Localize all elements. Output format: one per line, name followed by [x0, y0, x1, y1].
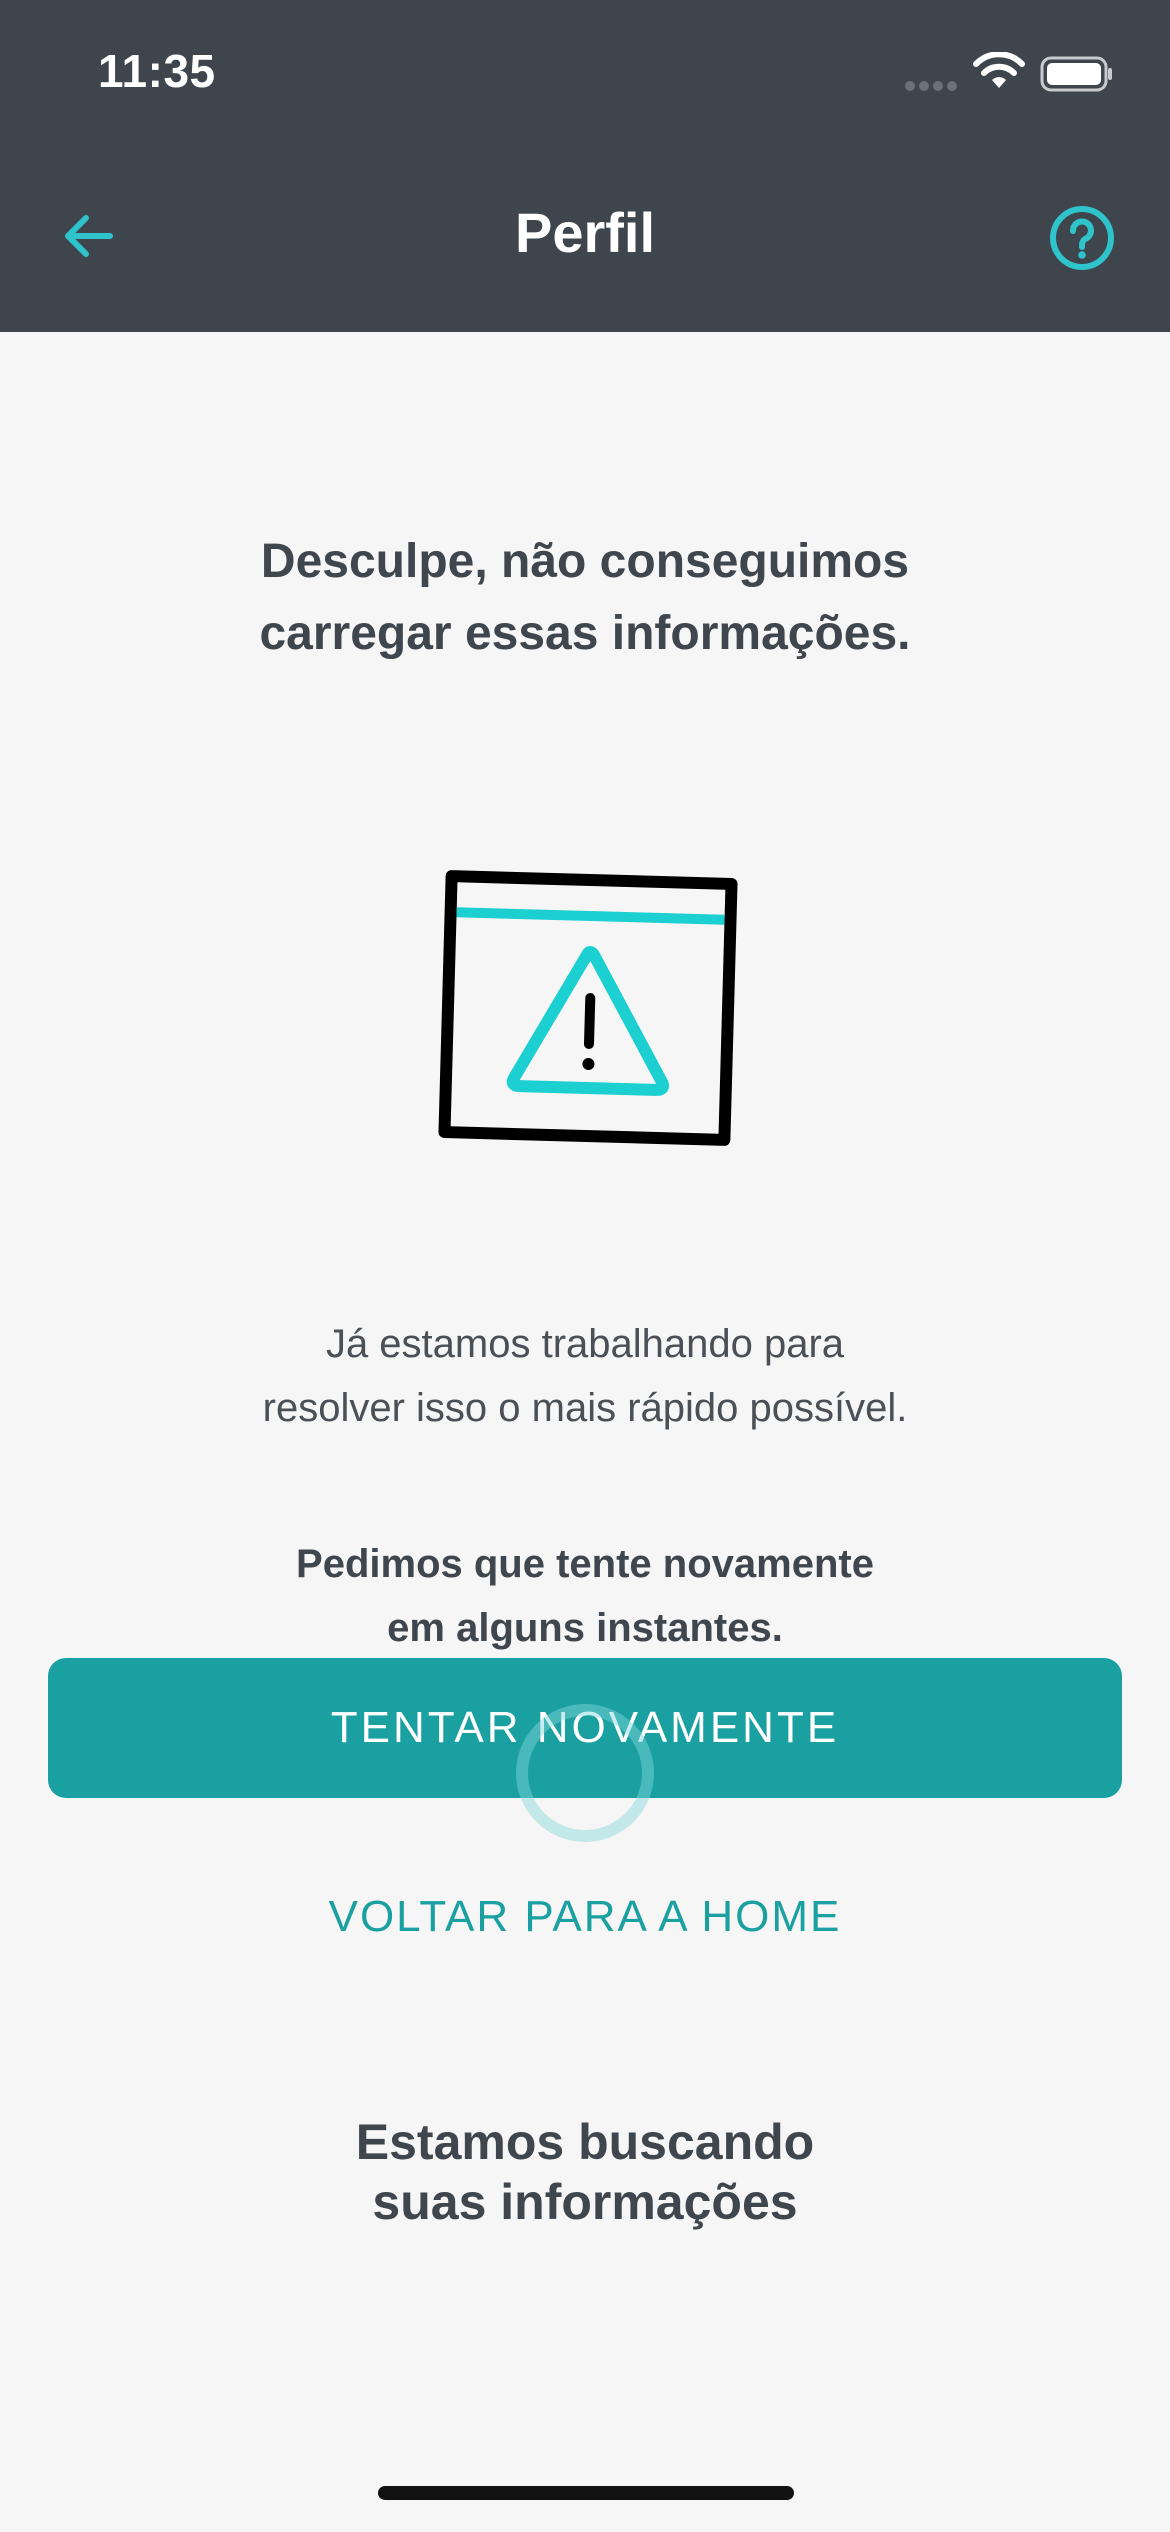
error-description: Já estamos trabalhando para resolver iss… [262, 1322, 908, 1430]
page-title: Perfil [514, 201, 656, 264]
status-time: 11:35 [98, 45, 216, 97]
loading-message: Estamos buscando suas informações [355, 2114, 815, 2230]
cellular-signal-icon [905, 81, 957, 91]
error-title: Desculpe, não conseguimos carregar essas… [259, 535, 911, 660]
app-header: 11:35 Perfil [0, 0, 1170, 332]
retry-button-label: TENTAR NOVAMENTE [330, 1703, 840, 1752]
retry-note: Pedimos que tente novamente em alguns in… [296, 1542, 874, 1650]
window-warning-icon [438, 870, 738, 1146]
wifi-icon [973, 52, 1025, 88]
retry-button[interactable]: TENTAR NOVAMENTE [48, 1658, 1122, 1798]
help-button[interactable] [1044, 200, 1120, 276]
arrow-left-icon [65, 215, 113, 257]
screen: 11:35 Perfil Desculpe, não conseguimos c… [0, 0, 1170, 2532]
question-circle-icon [1050, 206, 1114, 270]
back-button[interactable] [48, 196, 128, 276]
back-to-home-link[interactable]: VOLTAR PARA A HOME [0, 1892, 1170, 1942]
home-indicator[interactable] [378, 2486, 794, 2500]
battery-icon [1040, 56, 1112, 92]
